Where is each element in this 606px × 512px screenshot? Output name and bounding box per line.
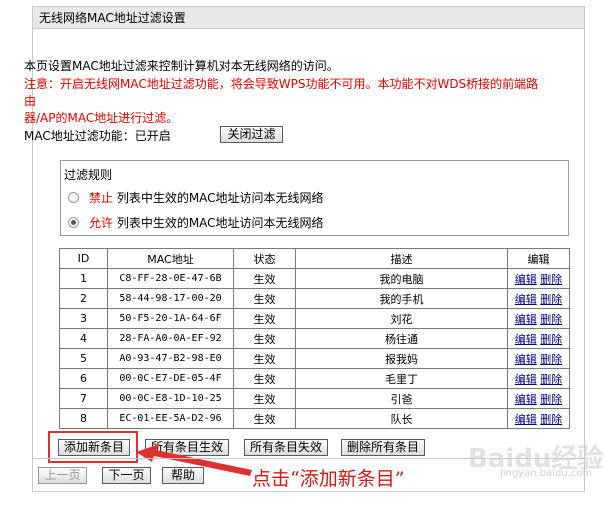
panel-title: 无线网络MAC地址过滤设置 — [33, 7, 584, 29]
table-row: 5 A0-93-47-B2-98-E0 生效 报我妈 编辑 删除 — [59, 348, 570, 369]
table-row: 6 00-0C-E7-DE-05-4F 生效 毛里丁 编辑 删除 — [59, 368, 570, 389]
row-status: 生效 — [233, 268, 296, 289]
delete-link[interactable]: 删除 — [540, 373, 562, 386]
help-button[interactable]: 帮助 — [162, 467, 204, 484]
table-row: 8 EC-01-EE-5A-D2-96 生效 队长 编辑 删除 — [59, 408, 570, 429]
row-mac: 00-0C-E8-1D-10-25 — [107, 388, 234, 409]
table-header-row: ID MAC地址 状态 描述 编辑 — [59, 248, 570, 269]
row-status: 生效 — [233, 328, 296, 349]
edit-link[interactable]: 编辑 — [515, 413, 537, 426]
row-mac: A0-93-47-B2-98-E0 — [107, 348, 234, 369]
delete-link[interactable]: 删除 — [540, 333, 562, 346]
row-status: 生效 — [233, 348, 296, 369]
rule-deny-keyword: 禁止 — [89, 191, 114, 205]
page-description: 本页设置MAC地址过滤来控制计算机对本无线网络的访问。 — [24, 59, 339, 73]
row-desc: 毛里丁 — [295, 368, 508, 389]
filter-status: MAC地址过滤功能：已开启 — [24, 127, 171, 145]
rule-allow-text: 列表中生效的MAC地址访问本无线网络 — [113, 216, 324, 230]
delete-link[interactable]: 删除 — [540, 393, 562, 406]
table-row: 1 C8-FF-28-0E-47-6B 生效 我的电脑 编辑 删除 — [59, 268, 570, 289]
row-mac: C8-FF-28-0E-47-6B — [107, 268, 234, 289]
row-id: 8 — [59, 408, 108, 429]
table-row: 2 58-44-98-17-00-20 生效 我的手机 编辑 删除 — [59, 288, 570, 309]
delete-all-button[interactable]: 删除所有条目 — [341, 439, 425, 456]
edit-link[interactable]: 编辑 — [515, 373, 537, 386]
delete-link[interactable]: 删除 — [540, 273, 562, 286]
row-status: 生效 — [233, 388, 296, 409]
filter-rules-legend: 过滤规则 — [64, 168, 113, 182]
annotation-text: 点击“添加新条目” — [252, 468, 405, 490]
row-id: 6 — [59, 368, 108, 389]
disable-filter-button[interactable]: 关闭过滤 — [220, 126, 283, 143]
row-actions: 编辑 删除 — [507, 268, 570, 289]
row-desc: 刘花 — [295, 308, 508, 329]
row-desc: 队长 — [295, 408, 508, 429]
row-actions: 编辑 删除 — [507, 288, 570, 309]
delete-link[interactable]: 删除 — [540, 313, 562, 326]
row-id: 7 — [59, 388, 108, 409]
row-mac: 50-F5-20-1A-64-6F — [107, 308, 234, 329]
row-desc: 我的电脑 — [295, 268, 508, 289]
rule-deny-text: 列表中生效的MAC地址访问本无线网络 — [113, 191, 324, 205]
radio-allow[interactable] — [68, 217, 79, 228]
row-mac: 00-0C-E7-DE-05-4F — [107, 368, 234, 389]
edit-link[interactable]: 编辑 — [515, 273, 537, 286]
edit-link[interactable]: 编辑 — [515, 293, 537, 306]
warning-line-2: 器/AP的MAC地址进行过滤。 — [24, 111, 179, 125]
delete-link[interactable]: 删除 — [540, 353, 562, 366]
edit-link[interactable]: 编辑 — [515, 333, 537, 346]
row-actions: 编辑 删除 — [507, 308, 570, 329]
edit-link[interactable]: 编辑 — [515, 393, 537, 406]
row-actions: 编辑 删除 — [507, 348, 570, 369]
row-desc: 报我妈 — [295, 348, 508, 369]
rule-deny-option[interactable]: 禁止 列表中生效的MAC地址访问本无线网络 — [68, 189, 324, 207]
table-row: 4 28-FA-A0-0A-EF-92 生效 杨往通 编辑 删除 — [59, 328, 570, 349]
row-mac: 28-FA-A0-0A-EF-92 — [107, 328, 234, 349]
delete-link[interactable]: 删除 — [540, 293, 562, 306]
next-page-button[interactable]: 下一页 — [102, 467, 151, 484]
filter-status-value: 已开启 — [134, 129, 171, 143]
row-actions: 编辑 删除 — [507, 408, 570, 429]
row-actions: 编辑 删除 — [507, 368, 570, 389]
edit-link[interactable]: 编辑 — [515, 313, 537, 326]
rule-allow-option[interactable]: 允许 列表中生效的MAC地址访问本无线网络 — [68, 214, 324, 232]
prev-page-button[interactable]: 上一页 — [38, 467, 87, 484]
row-id: 4 — [59, 328, 108, 349]
baidu-watermark-url: jingyan.baidu.com — [500, 468, 593, 479]
row-actions: 编辑 删除 — [507, 328, 570, 349]
row-status: 生效 — [233, 408, 296, 429]
warning-text: 注意：开启无线网MAC地址过滤功能，将会导致WPS功能不可用。本功能不对WDS桥… — [24, 76, 544, 127]
mac-filter-table: ID MAC地址 状态 描述 编辑 1 C8-FF-28-0E-47-6B 生效… — [59, 248, 570, 429]
row-id: 5 — [59, 348, 108, 369]
row-desc: 我的手机 — [295, 288, 508, 309]
row-id: 2 — [59, 288, 108, 309]
row-id: 3 — [59, 308, 108, 329]
filter-status-label: MAC地址过滤功能： — [24, 129, 135, 143]
row-mac: 58-44-98-17-00-20 — [107, 288, 234, 309]
delete-link[interactable]: 删除 — [540, 413, 562, 426]
row-desc: 引爸 — [295, 388, 508, 409]
row-desc: 杨往通 — [295, 328, 508, 349]
row-id: 1 — [59, 268, 108, 289]
col-edit: 编辑 — [507, 248, 570, 269]
row-mac: EC-01-EE-5A-D2-96 — [107, 408, 234, 429]
radio-deny[interactable] — [68, 192, 79, 203]
table-row: 3 50-F5-20-1A-64-6F 生效 刘花 编辑 删除 — [59, 308, 570, 329]
row-status: 生效 — [233, 368, 296, 389]
row-actions: 编辑 删除 — [507, 388, 570, 409]
row-status: 生效 — [233, 308, 296, 329]
edit-link[interactable]: 编辑 — [515, 353, 537, 366]
row-status: 生效 — [233, 288, 296, 309]
col-id: ID — [59, 248, 108, 269]
col-desc: 描述 — [295, 248, 508, 269]
col-mac: MAC地址 — [107, 248, 234, 269]
table-row: 7 00-0C-E8-1D-10-25 生效 引爸 编辑 删除 — [59, 388, 570, 409]
warning-line-1: 注意：开启无线网MAC地址过滤功能，将会导致WPS功能不可用。本功能不对WDS桥… — [24, 77, 539, 108]
col-status: 状态 — [233, 248, 296, 269]
rule-allow-keyword: 允许 — [89, 216, 114, 230]
